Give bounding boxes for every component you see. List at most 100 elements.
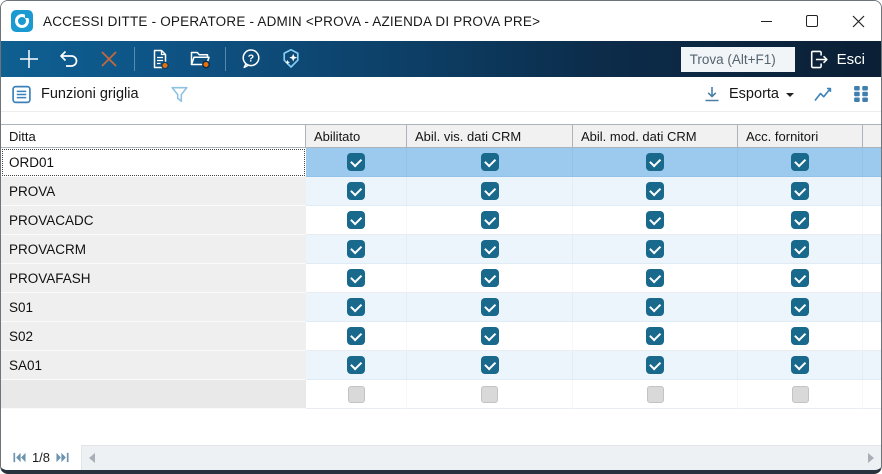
table-row[interactable]	[1, 380, 881, 409]
checkbox-cell[interactable]	[407, 380, 573, 409]
checkbox-cell[interactable]	[738, 148, 863, 177]
checkbox-cell[interactable]	[306, 148, 407, 177]
checkbox[interactable]	[646, 327, 664, 345]
checkbox[interactable]	[347, 269, 365, 287]
checkbox[interactable]	[480, 356, 499, 374]
checkbox[interactable]	[480, 182, 499, 200]
table-row[interactable]: PROVACRM	[1, 235, 881, 264]
checkbox-cell[interactable]	[407, 264, 573, 293]
ditta-cell[interactable]: PROVACADC	[1, 206, 306, 235]
checkbox[interactable]	[646, 356, 664, 374]
help-button[interactable]: ?	[231, 44, 271, 74]
table-row[interactable]: PROVA	[1, 177, 881, 206]
checkbox-cell[interactable]	[306, 177, 407, 206]
checkbox-cell[interactable]	[738, 235, 863, 264]
add-button[interactable]	[9, 44, 49, 74]
checkbox-cell[interactable]	[738, 322, 863, 351]
checkbox[interactable]	[646, 153, 664, 171]
horizontal-scrollbar[interactable]	[81, 445, 881, 470]
checkbox[interactable]	[347, 298, 365, 316]
checkbox[interactable]	[347, 327, 365, 345]
checkbox-cell[interactable]	[407, 148, 573, 177]
table-row[interactable]: S02	[1, 322, 881, 351]
column-header-abil-mod-crm[interactable]: Abil. mod. dati CRM	[573, 125, 738, 147]
last-record-icon[interactable]	[56, 452, 69, 463]
checkbox-cell[interactable]	[573, 148, 738, 177]
checkbox-cell[interactable]	[306, 264, 407, 293]
checkbox[interactable]	[646, 298, 664, 316]
exit-button[interactable]: Esci	[807, 48, 869, 71]
checkbox-cell[interactable]	[738, 177, 863, 206]
checkbox-cell[interactable]	[738, 264, 863, 293]
ditta-cell[interactable]: S02	[1, 322, 306, 351]
find-box[interactable]: Trova (Alt+F1)	[680, 46, 795, 72]
close-button[interactable]	[835, 1, 881, 41]
checkbox[interactable]	[791, 182, 809, 200]
checkbox[interactable]	[480, 298, 499, 316]
checkbox-cell[interactable]	[306, 351, 407, 380]
chart-button[interactable]	[812, 84, 835, 104]
checkbox[interactable]	[347, 356, 365, 374]
column-header-abil-vis-crm[interactable]: Abil. vis. dati CRM	[407, 125, 573, 147]
checkbox[interactable]	[646, 211, 664, 229]
checkbox-cell[interactable]	[738, 206, 863, 235]
checkbox[interactable]	[480, 269, 499, 287]
checkbox[interactable]	[791, 327, 809, 345]
checkbox[interactable]	[646, 240, 664, 258]
table-row[interactable]: PROVAFASH	[1, 264, 881, 293]
checkbox-cell[interactable]	[407, 293, 573, 322]
checkbox-cell[interactable]	[306, 235, 407, 264]
checkbox-cell[interactable]	[573, 264, 738, 293]
document-button[interactable]	[140, 44, 180, 74]
table-row[interactable]: S01	[1, 293, 881, 322]
undo-button[interactable]	[49, 44, 89, 74]
ditta-cell[interactable]: SA01	[1, 351, 306, 380]
checkbox[interactable]	[347, 240, 365, 258]
scroll-right-icon[interactable]	[868, 453, 874, 463]
checkbox-cell[interactable]	[407, 206, 573, 235]
checkbox-cell[interactable]	[573, 177, 738, 206]
maximize-button[interactable]	[789, 1, 835, 41]
checkbox-cell[interactable]	[738, 380, 863, 409]
checkbox[interactable]	[480, 153, 499, 171]
delete-button[interactable]	[89, 44, 129, 74]
checkbox[interactable]	[791, 240, 809, 258]
ai-assistant-button[interactable]	[271, 44, 311, 74]
ditta-cell[interactable]: PROVAFASH	[1, 264, 306, 293]
minimize-button[interactable]	[743, 1, 789, 41]
ditta-cell[interactable]: PROVA	[1, 177, 306, 206]
checkbox[interactable]	[480, 240, 499, 258]
checkbox-cell[interactable]	[306, 322, 407, 351]
checkbox-cell[interactable]	[573, 351, 738, 380]
checkbox-cell[interactable]	[407, 235, 573, 264]
scroll-left-icon[interactable]	[89, 453, 95, 463]
table-row[interactable]: SA01	[1, 351, 881, 380]
checkbox[interactable]	[791, 269, 809, 287]
filter-button[interactable]	[169, 84, 190, 105]
checkbox[interactable]	[347, 153, 365, 171]
checkbox-cell[interactable]	[407, 351, 573, 380]
checkbox-cell[interactable]	[306, 380, 407, 409]
ditta-cell[interactable]: S01	[1, 293, 306, 322]
table-row[interactable]: PROVACADC	[1, 206, 881, 235]
checkbox[interactable]	[347, 211, 365, 229]
ditta-cell[interactable]: ORD01	[1, 148, 306, 177]
checkbox-cell[interactable]	[573, 380, 738, 409]
checkbox-cell[interactable]	[306, 206, 407, 235]
checkbox-cell[interactable]	[573, 206, 738, 235]
grid-functions-button[interactable]: Funzioni griglia	[11, 84, 139, 105]
column-header-abilitato[interactable]: Abilitato	[306, 125, 407, 147]
checkbox-cell[interactable]	[573, 235, 738, 264]
folder-button[interactable]	[180, 44, 220, 74]
checkbox-cell[interactable]	[306, 293, 407, 322]
checkbox[interactable]	[791, 153, 809, 171]
checkbox-cell[interactable]	[407, 177, 573, 206]
checkbox[interactable]	[480, 211, 499, 229]
column-header-ditta[interactable]: Ditta	[1, 125, 306, 147]
checkbox[interactable]	[791, 356, 809, 374]
export-button[interactable]: Esporta	[702, 84, 794, 104]
checkbox-cell[interactable]	[573, 322, 738, 351]
checkbox-cell[interactable]	[407, 322, 573, 351]
checkbox-cell[interactable]	[573, 293, 738, 322]
checkbox[interactable]	[791, 298, 809, 316]
